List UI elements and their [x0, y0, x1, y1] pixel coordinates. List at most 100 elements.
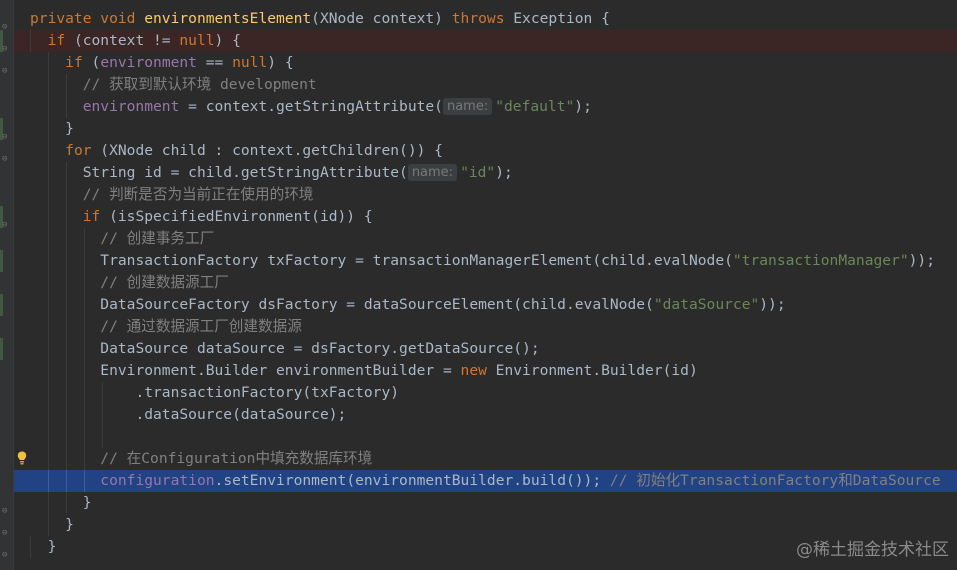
code-text: TransactionFactory txFactory = transacti…	[100, 252, 733, 269]
indent-guide	[48, 492, 49, 514]
code-line-23[interactable]: }	[14, 492, 957, 514]
code-line-9[interactable]: // 判断是否为当前正在使用的环境	[14, 184, 957, 206]
indent-guide	[66, 338, 67, 360]
indent-guide	[66, 250, 67, 272]
code-line-3[interactable]: if (environment == null) {	[14, 52, 957, 74]
change-marker	[0, 294, 3, 316]
code-text: Environment.Builder environmentBuilder =	[100, 362, 461, 379]
parameter-hint: name:	[407, 164, 458, 181]
indent-guide	[48, 118, 49, 140]
indent-guide	[84, 228, 85, 250]
indent-guide	[48, 52, 49, 74]
code-line-7[interactable]: for (XNode child : context.getChildren()…	[14, 140, 957, 162]
code-text: .transactionFactory(txFactory)	[135, 384, 400, 401]
code-line-22-selected[interactable]: configuration.setEnvironment(environment…	[14, 470, 957, 492]
code-line-18[interactable]: .transactionFactory(txFactory)	[14, 382, 957, 404]
code-line-11[interactable]: // 创建事务工厂	[14, 228, 957, 250]
code-line-19[interactable]: .dataSource(dataSource);	[14, 404, 957, 426]
code-text: (XNode child : context.getChildren()) {	[91, 142, 443, 159]
indent-guide	[66, 404, 67, 426]
indent-guide	[48, 338, 49, 360]
indent-guide	[102, 404, 103, 426]
fold-icon[interactable]: ⊖	[2, 551, 10, 560]
indent-guide	[66, 184, 67, 206]
code-comment: // 在Configuration中填充数据库环境	[100, 450, 373, 467]
code-editor[interactable]: private void environmentsElement(XNode c…	[14, 8, 957, 558]
code-text: String id = child.getStringAttribute(	[82, 164, 408, 181]
fold-icon[interactable]: ⊖	[2, 45, 10, 54]
code-line-13[interactable]: // 创建数据源工厂	[14, 272, 957, 294]
string-literal: "default"	[495, 98, 575, 115]
keyword: for	[65, 142, 92, 159]
indent-guide	[66, 316, 67, 338]
indent-guide	[66, 74, 67, 96]
code-line-15[interactable]: // 通过数据源工厂创建数据源	[14, 316, 957, 338]
indent-guide	[84, 272, 85, 294]
indent-guide	[48, 294, 49, 316]
indent-guide	[66, 360, 67, 382]
keyword: throws	[451, 10, 505, 27]
code-line-10[interactable]: if (isSpecifiedEnvironment(id)) {	[14, 206, 957, 228]
indent-guide	[48, 184, 49, 206]
indent-guide	[66, 228, 67, 250]
indent-guide	[48, 272, 49, 294]
indent-guide	[66, 162, 67, 184]
indent-guide	[48, 96, 49, 118]
code-line-5[interactable]: environment = context.getStringAttribute…	[14, 96, 957, 118]
code-line-14[interactable]: DataSourceFactory dsFactory = dataSource…	[14, 294, 957, 316]
lightbulb-icon[interactable]	[17, 451, 27, 466]
code-line-16[interactable]: DataSource dataSource = dsFactory.getDat…	[14, 338, 957, 360]
code-text: DataSource dataSource = dsFactory.getDat…	[100, 340, 540, 357]
indent-guide	[84, 316, 85, 338]
keyword: private void	[30, 10, 145, 27]
indent-guide	[84, 250, 85, 272]
parameter-hint: name:	[442, 98, 493, 115]
editor-gutter[interactable]: ⊖ ⊖ ⊖ ⊖ ⊖ ⊖ ⊖ ⊖ ⊖	[0, 0, 13, 570]
fold-icon[interactable]: ⊖	[2, 507, 10, 516]
indent-guide	[84, 338, 85, 360]
code-text: );	[495, 164, 513, 181]
indent-guide	[84, 426, 85, 448]
keyword: if	[47, 32, 66, 49]
code-comment: // 获取到默认环境 development	[82, 76, 317, 93]
fold-icon[interactable]: ⊖	[2, 155, 10, 164]
field-ref: configuration	[100, 472, 215, 489]
fold-icon[interactable]: ⊖	[2, 23, 10, 32]
method-name: environmentsElement	[144, 10, 312, 27]
code-text: }	[65, 120, 74, 137]
code-line-20-blank[interactable]	[14, 426, 957, 448]
code-text: (XNode context)	[311, 10, 452, 27]
code-line-12[interactable]: TransactionFactory txFactory = transacti…	[14, 250, 957, 272]
code-text: (isSpecifiedEnvironment(id)) {	[100, 208, 373, 225]
indent-guide	[66, 492, 67, 514]
code-line-4[interactable]: // 获取到默认环境 development	[14, 74, 957, 96]
code-line-24[interactable]: }	[14, 514, 957, 536]
indent-guide	[48, 250, 49, 272]
code-line-8[interactable]: String id = child.getStringAttribute(nam…	[14, 162, 957, 184]
code-line-6[interactable]: }	[14, 118, 957, 140]
indent-guide	[84, 360, 85, 382]
indent-guide	[66, 382, 67, 404]
code-text: .setEnvironment(environmentBuilder.build…	[214, 472, 610, 489]
code-comment: // 判断是否为当前正在使用的环境	[82, 186, 314, 203]
indent-guide	[48, 382, 49, 404]
indent-guide	[84, 382, 85, 404]
fold-icon[interactable]: ⊖	[2, 67, 10, 76]
code-line-1[interactable]: private void environmentsElement(XNode c…	[14, 8, 957, 30]
indent-guide	[30, 536, 31, 558]
fold-icon[interactable]: ⊖	[2, 529, 10, 538]
code-line-21[interactable]: // 在Configuration中填充数据库环境	[14, 448, 957, 470]
code-line-17[interactable]: Environment.Builder environmentBuilder =…	[14, 360, 957, 382]
code-comment: // 通过数据源工厂创建数据源	[100, 318, 302, 335]
string-literal: "id"	[460, 164, 496, 181]
indent-guide	[66, 470, 67, 492]
indent-guide	[66, 96, 67, 118]
fold-icon[interactable]: ⊖	[2, 133, 10, 142]
fold-icon[interactable]: ⊖	[2, 221, 10, 230]
indent-guide	[84, 404, 85, 426]
code-text: }	[47, 538, 57, 555]
code-text: ==	[196, 54, 233, 71]
indent-guide	[48, 74, 49, 96]
code-text: ) {	[214, 32, 241, 49]
code-line-2-error[interactable]: if (context != null) {	[14, 30, 957, 52]
